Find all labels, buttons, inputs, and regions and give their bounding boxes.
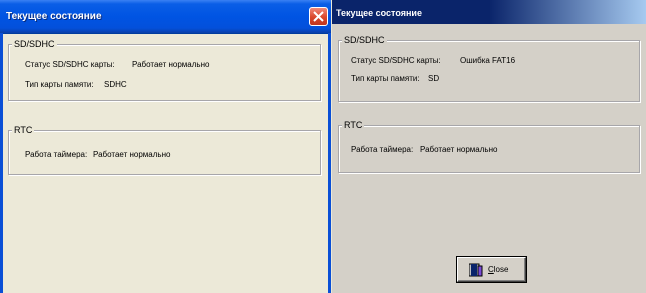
- sd-status-label: Статус SD/SDHC карты:: [25, 60, 115, 69]
- card-type-value: SDHC: [104, 80, 127, 89]
- timer-value: Работает нормально: [93, 150, 171, 159]
- close-button-label: Close: [488, 265, 508, 274]
- sd-sdhc-group-legend: SD/SDHC: [12, 38, 57, 50]
- title-bar[interactable]: Текущее состояние: [0, 0, 331, 34]
- sd-sdhc-group: SD/SDHC Статус SD/SDHC карты: Работает н…: [8, 38, 321, 101]
- window-frame-left: [0, 33, 3, 293]
- door-icon: [469, 263, 483, 277]
- sd-status-value: Работает нормально: [132, 60, 210, 69]
- sd-sdhc-group-legend: SD/SDHC: [342, 34, 387, 46]
- close-x-icon: [313, 11, 324, 22]
- status-window-left: Текущее состояние SD/SDHC Статус SD/SDHC…: [0, 0, 331, 293]
- rtc-group: RTC Работа таймера: Работает нормально: [8, 124, 321, 175]
- sd-sdhc-group: SD/SDHC Статус SD/SDHC карты: Ошибка FAT…: [338, 34, 640, 102]
- card-type-label: Тип карты памяти:: [25, 80, 94, 89]
- timer-value: Работает нормально: [420, 145, 498, 154]
- sd-status-value: Ошибка FAT16: [460, 56, 516, 65]
- timer-label: Работа таймера:: [25, 150, 88, 159]
- window-title: Текущее состояние: [336, 8, 422, 18]
- sd-status-label: Статус SD/SDHC карты:: [351, 56, 441, 65]
- window-title: Текущее состояние: [6, 11, 102, 22]
- window-frame-right: [328, 33, 331, 293]
- status-window-right: Текущее состояние SD/SDHC Статус SD/SDHC…: [332, 0, 646, 293]
- close-button-label-rest: lose: [493, 265, 509, 274]
- title-bar[interactable]: Текущее состояние: [332, 0, 646, 24]
- card-type-label: Тип карты памяти:: [351, 74, 420, 83]
- rtc-group-legend: RTC: [12, 124, 35, 136]
- close-window-button[interactable]: [309, 7, 328, 26]
- rtc-group: RTC Работа таймера: Работает нормально: [338, 119, 640, 173]
- rtc-group-legend: RTC: [342, 119, 365, 131]
- timer-label: Работа таймера:: [351, 145, 414, 154]
- card-type-value: SD: [428, 74, 440, 83]
- close-button[interactable]: Close: [457, 257, 526, 282]
